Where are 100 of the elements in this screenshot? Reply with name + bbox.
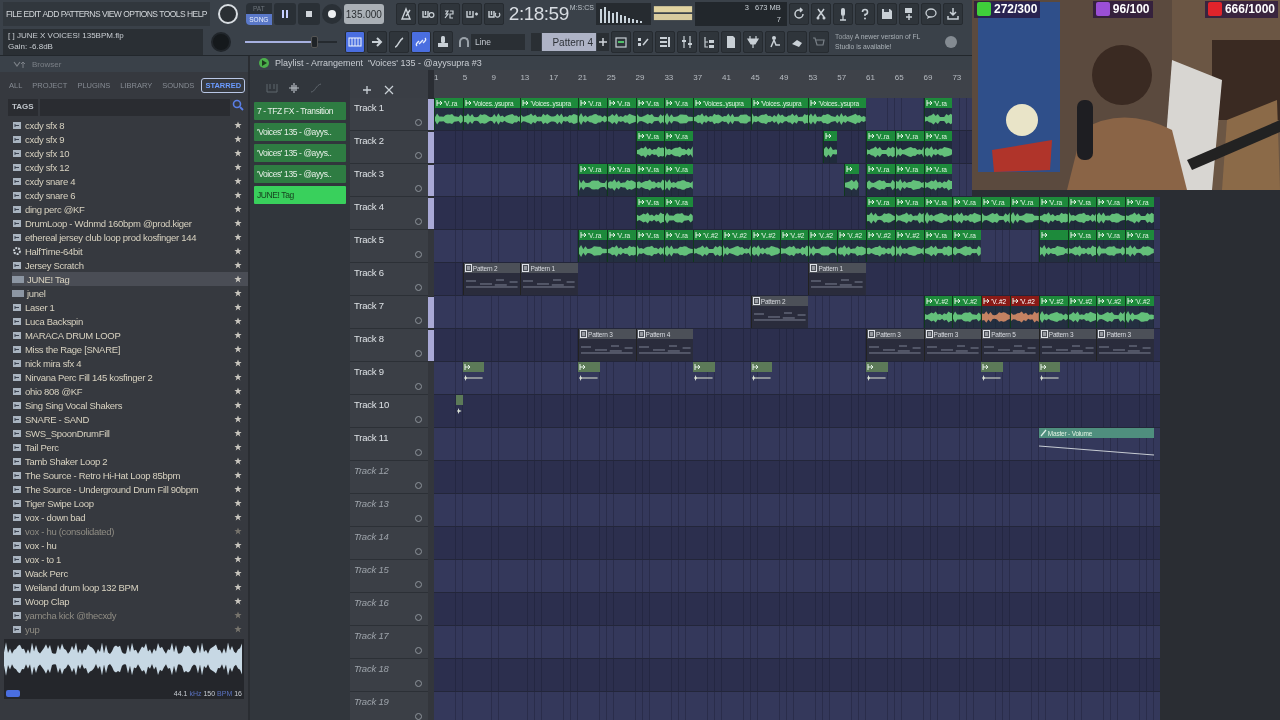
bar-number: 41 <box>722 73 731 82</box>
track-name: Track 13 <box>354 498 390 509</box>
hint-title: [ ] JUNE X VOICES! 135BPM.flp <box>8 30 125 41</box>
tags-label: TAGS <box>8 99 38 116</box>
browser-item[interactable]: SWS_SpoonDrumFill <box>12 426 248 440</box>
track-name: Track 4 <box>354 201 385 212</box>
track-header[interactable]: Track 16 <box>350 593 428 626</box>
browser-item[interactable]: yup <box>12 622 248 636</box>
browser-item[interactable]: vox - to 1 <box>12 552 248 566</box>
browser-item[interactable]: Laser 1 <box>12 300 248 314</box>
menu-item[interactable]: ADD <box>42 9 59 19</box>
track-header[interactable]: Track 2 <box>350 131 428 164</box>
browser-item[interactable]: Nirvana Perc Fill 145 kosfinger 2 <box>12 370 248 384</box>
browser-item[interactable]: Luca Backspin <box>12 314 248 328</box>
track-name: Track 17 <box>354 630 390 641</box>
browser-item[interactable]: Weiland drum loop 132 BPM <box>12 580 248 594</box>
bar-number: 21 <box>578 73 587 82</box>
goal-value: 272/300 <box>994 2 1038 16</box>
track-name: Track 7 <box>354 300 385 311</box>
bar-number: 9 <box>491 73 497 82</box>
browser-item[interactable]: Jersey Scratch <box>12 258 248 272</box>
hint-detail: Gain: -6.8dB <box>8 41 54 52</box>
browser-item[interactable]: ethereal jersey club loop prod kosfinger 144 <box>12 230 248 244</box>
browser-item[interactable]: DrumLoop - Wdnmd 160bpm @prod.kiger <box>12 216 248 230</box>
track-header[interactable]: Track 6 <box>350 263 428 296</box>
picker-clip[interactable]: 'Voices' 135 - @ayys.. <box>254 123 346 141</box>
track-header[interactable]: Track 18 <box>350 659 428 692</box>
browser-item[interactable]: HalfTime-64bit <box>12 244 248 258</box>
tempo-field[interactable]: 135.000 <box>343 4 384 24</box>
bar-number: 5 <box>462 73 468 82</box>
picker-clip[interactable]: JUNE! Tag <box>254 186 346 204</box>
browser-item[interactable]: vox - hu (consolidated) <box>12 524 248 538</box>
browser-item[interactable]: Tamb Shaker Loop 2 <box>12 454 248 468</box>
track-header[interactable]: Track 11 <box>350 428 428 461</box>
menu-item[interactable]: VIEW <box>101 9 122 19</box>
track-header[interactable]: Track 1 <box>350 98 428 131</box>
track-header[interactable]: Track 5 <box>350 230 428 263</box>
menu-item[interactable]: OPTIONS <box>123 9 158 19</box>
menu-item[interactable]: EDIT <box>23 9 41 19</box>
picker-clip[interactable]: 7 - TFZ FX - Transition <box>254 102 346 120</box>
browser-item[interactable]: cxdy sfx 8 <box>12 118 248 132</box>
bar-number: 49 <box>779 73 789 82</box>
browser-item[interactable]: nick mira sfx 4 <box>12 356 248 370</box>
track-name: Track 1 <box>354 102 385 113</box>
browser-item[interactable]: vox - down bad <box>12 510 248 524</box>
browser-item[interactable]: JUNE! Tag <box>12 272 248 286</box>
track-header[interactable]: Track 19 <box>350 692 428 720</box>
bar-number: 69 <box>923 73 933 82</box>
browser-item[interactable]: ohio 808 @KF <box>12 384 248 398</box>
browser-item[interactable]: The Source - Underground Drum Fill 90bpm <box>12 482 248 496</box>
browser-item[interactable]: cxdy sfx 10 <box>12 146 248 160</box>
track-header[interactable]: Track 3 <box>350 164 428 197</box>
browser-item[interactable]: The Source - Retro Hi-Hat Loop 85bpm <box>12 468 248 482</box>
browser-item[interactable]: MARACA DRUM LOOP <box>12 328 248 342</box>
track-header[interactable]: Track 4 <box>350 197 428 230</box>
bar-number: 13 <box>520 73 530 82</box>
browser-item[interactable]: Tail Perc <box>12 440 248 454</box>
arrangement-name[interactable]: 'Voices' 135 - @ayysupra #3 <box>368 58 482 68</box>
track-header[interactable]: Track 7 <box>350 296 428 329</box>
browser-item[interactable]: cxdy sfx 9 <box>12 132 248 146</box>
browser-item[interactable]: Miss the Rage [SNARE] <box>12 342 248 356</box>
browser-item[interactable]: Sing Sing Vocal Shakers <box>12 398 248 412</box>
track-header[interactable]: Track 15 <box>350 560 428 593</box>
snap-dropdown[interactable]: Line <box>471 34 525 50</box>
bar-number: 25 <box>606 73 616 82</box>
bar-number: 61 <box>866 73 875 82</box>
bar-number: 29 <box>635 73 645 82</box>
menu-item[interactable]: HELP <box>187 9 207 19</box>
track-name: Track 14 <box>354 531 390 542</box>
track-name: Track 15 <box>354 564 390 575</box>
picker-clip[interactable]: 'Voices' 135 - @ayys.. <box>254 144 346 162</box>
bar-number: 1 <box>434 73 439 82</box>
bar-number: 53 <box>808 73 818 82</box>
track-name: Track 10 <box>354 399 390 410</box>
picker-clip[interactable]: 'Voices' 135 - @ayys.. <box>254 165 346 183</box>
menu-item[interactable]: FILE <box>6 9 22 19</box>
browser-item[interactable]: Tiger Swipe Loop <box>12 496 248 510</box>
browser-item[interactable]: junel <box>12 286 248 300</box>
browser-item[interactable]: ding perc @KF <box>12 202 248 216</box>
browser-item[interactable]: Woop Clap <box>12 594 248 608</box>
browser-item[interactable]: vox - hu <box>12 538 248 552</box>
browser-item[interactable]: cxdy snare 4 <box>12 174 248 188</box>
browser-item[interactable]: cxdy sfx 12 <box>12 160 248 174</box>
browser-item[interactable]: SNARE - SAND <box>12 412 248 426</box>
track-header[interactable]: Track 14 <box>350 527 428 560</box>
track-header[interactable]: Track 13 <box>350 494 428 527</box>
track-header[interactable]: Track 17 <box>350 626 428 659</box>
browser-item[interactable]: cxdy snare 6 <box>12 188 248 202</box>
browser-item[interactable]: Wack Perc <box>12 566 248 580</box>
track-header[interactable]: Track 10 <box>350 395 428 428</box>
menu-item[interactable]: PATTERNS <box>60 9 100 19</box>
timeline-ruler[interactable]: 1 5 9 13 17 21 25 29 33 37 41 45 49 53 57 61 65 69 73 <box>434 70 972 98</box>
track-name: Track 19 <box>354 696 390 707</box>
menu-item[interactable]: TOOLS <box>159 9 186 19</box>
track-header[interactable]: Track 12 <box>350 461 428 494</box>
pattern-selector[interactable]: Pattern 4 <box>542 33 596 51</box>
track-header[interactable]: Track 9 <box>350 362 428 395</box>
browser-item[interactable]: yamcha kick @thecxdy <box>12 608 248 622</box>
track-name: Track 12 <box>354 465 390 476</box>
track-header[interactable]: Track 8 <box>350 329 428 362</box>
